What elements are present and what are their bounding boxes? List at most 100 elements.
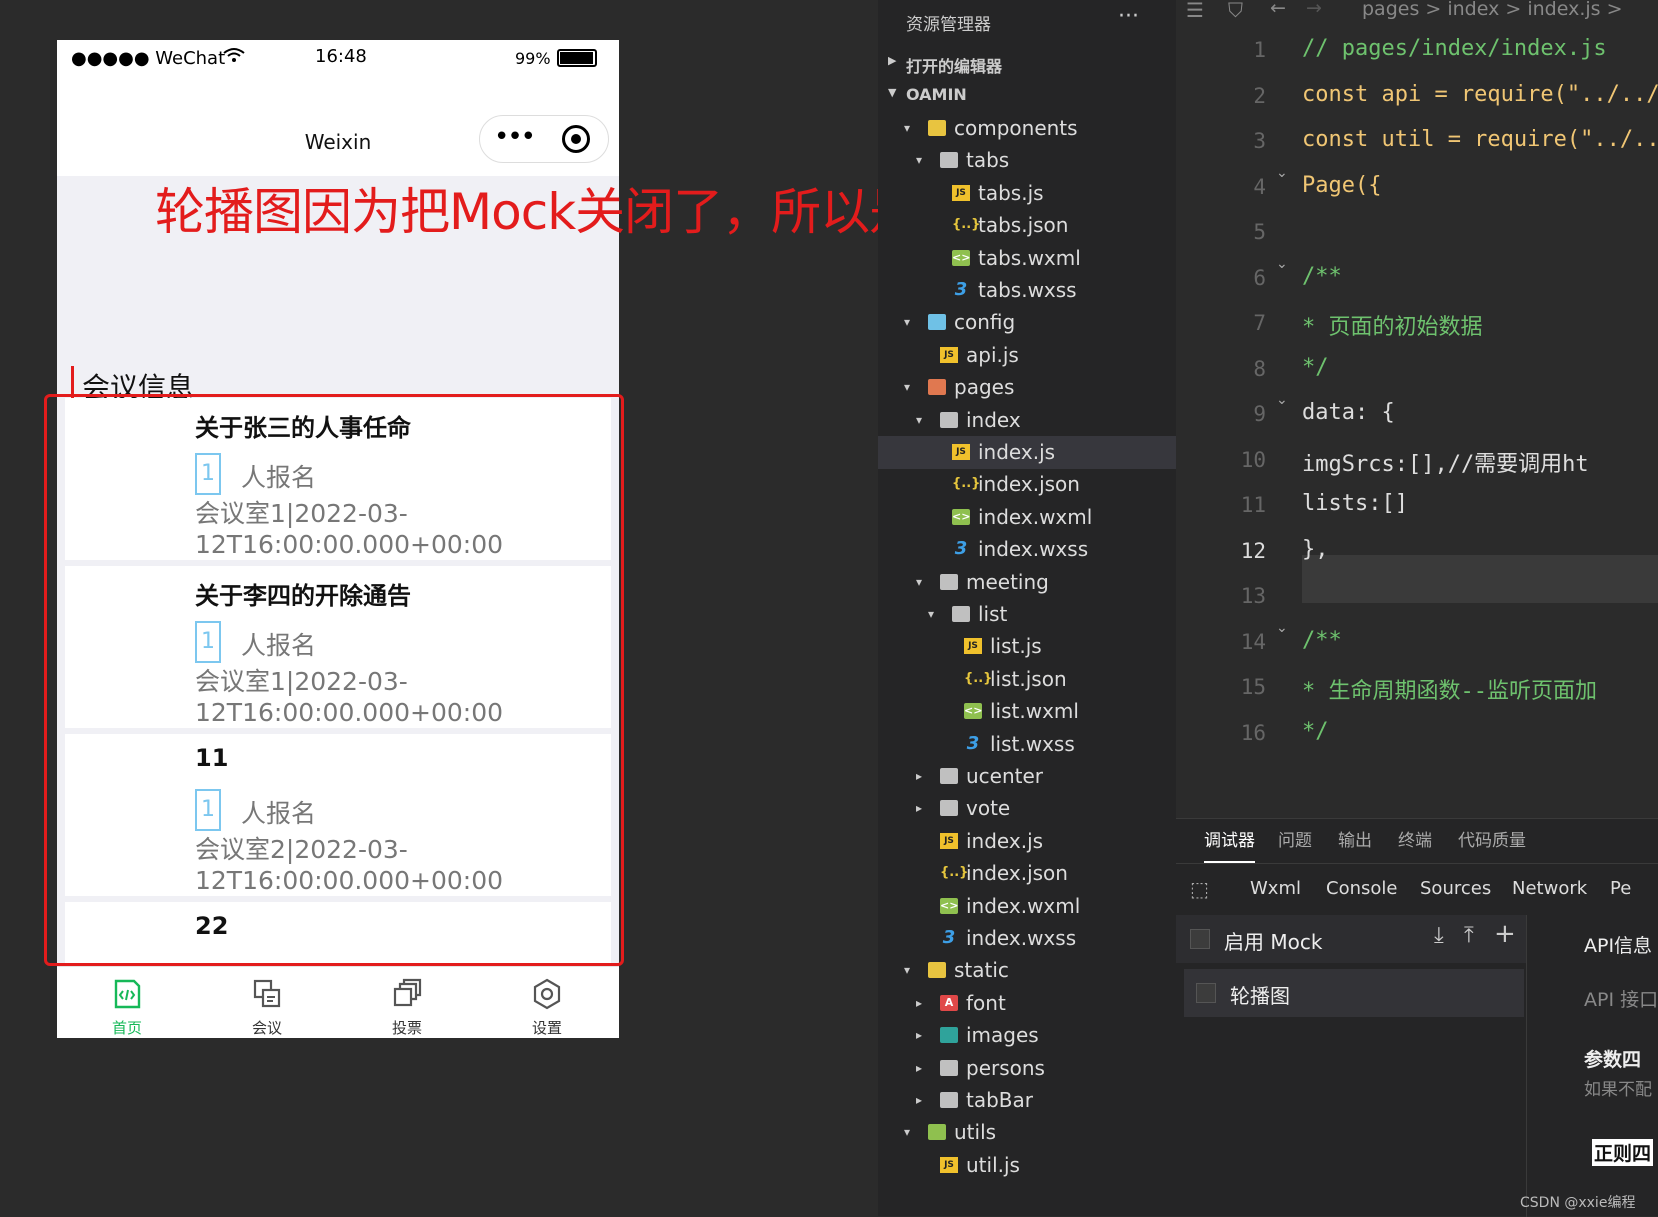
debug-tab[interactable]: 终端 bbox=[1398, 819, 1432, 863]
tree-file[interactable]: <> index.wxml bbox=[878, 501, 1176, 534]
tree-folder[interactable]: ▾ utils bbox=[878, 1116, 1176, 1149]
tree-file[interactable]: 3 list.wxss bbox=[878, 728, 1176, 761]
tree-folder[interactable]: ▸ vote bbox=[878, 792, 1176, 825]
code-line[interactable]: const util = require("../.. bbox=[1302, 127, 1658, 152]
tree-folder[interactable]: ▾ tabs bbox=[878, 144, 1176, 177]
tree-file[interactable]: 3 index.wxss bbox=[878, 922, 1176, 955]
code-line[interactable]: Page({ bbox=[1302, 173, 1381, 198]
chevron-right-icon[interactable]: ▸ bbox=[916, 1084, 922, 1117]
breadcrumb-path[interactable]: pages > index > index.js > bbox=[1362, 0, 1623, 20]
chevron-down-icon[interactable]: ▾ bbox=[904, 954, 910, 987]
code-line[interactable]: */ bbox=[1302, 355, 1329, 380]
tree-folder[interactable]: ▾ config bbox=[878, 306, 1176, 339]
tree-file[interactable]: <> list.wxml bbox=[878, 695, 1176, 728]
chevron-right-icon[interactable]: ▸ bbox=[916, 792, 922, 825]
code-line[interactable]: const api = require("../../ bbox=[1302, 82, 1658, 107]
open-editors-section[interactable]: ▶ 打开的编辑器 bbox=[878, 48, 1176, 80]
chevron-right-icon[interactable]: ▸ bbox=[916, 987, 922, 1020]
capsule-menu[interactable]: ••• bbox=[479, 115, 609, 163]
swiper-checkbox[interactable] bbox=[1196, 983, 1216, 1003]
devtools-tab[interactable]: Console bbox=[1326, 867, 1397, 911]
tree-folder[interactable]: ▾ meeting bbox=[878, 566, 1176, 599]
tab-meeting[interactable]: 会议 bbox=[197, 967, 337, 1038]
tree-folder[interactable]: ▸ ucenter bbox=[878, 760, 1176, 793]
tab-home[interactable]: 首页 bbox=[57, 967, 197, 1038]
chevron-down-icon[interactable]: ▾ bbox=[904, 1116, 910, 1149]
list-icon[interactable]: ☰ bbox=[1186, 0, 1204, 22]
chevron-down-icon[interactable]: ▾ bbox=[904, 306, 910, 339]
code-line[interactable]: * 生命周期函数--监听页面加 bbox=[1302, 673, 1597, 705]
chevron-down-icon[interactable]: ▾ bbox=[904, 371, 910, 404]
tree-folder[interactable]: ▾ index bbox=[878, 404, 1176, 437]
code-line[interactable]: /** bbox=[1302, 264, 1342, 289]
bookmark-icon[interactable]: ⛉ bbox=[1228, 0, 1243, 22]
back-arrow-icon[interactable]: ← bbox=[1270, 0, 1286, 19]
more-icon[interactable]: ••• bbox=[494, 122, 536, 152]
devtools-tab[interactable]: Pe bbox=[1610, 867, 1631, 911]
forward-arrow-icon[interactable]: → bbox=[1306, 0, 1322, 19]
code-line[interactable]: // pages/index/index.js bbox=[1302, 36, 1607, 61]
tree-file[interactable]: JS util.js bbox=[878, 1149, 1176, 1182]
tree-file[interactable]: {..} index.json bbox=[878, 857, 1176, 890]
tree-folder[interactable]: ▸ images bbox=[878, 1019, 1176, 1052]
tree-file[interactable]: {..} index.json bbox=[878, 468, 1176, 501]
tree-file[interactable]: 3 index.wxss bbox=[878, 533, 1176, 566]
tree-file[interactable]: JS api.js bbox=[878, 339, 1176, 372]
chevron-down-icon[interactable]: ▾ bbox=[928, 598, 934, 631]
regex-button[interactable]: 正则四 bbox=[1592, 1139, 1654, 1166]
code-line[interactable]: * 页面的初始数据 bbox=[1302, 309, 1483, 341]
code-line[interactable]: }, bbox=[1302, 537, 1329, 562]
code-line[interactable]: */ bbox=[1302, 719, 1329, 744]
chevron-right-icon[interactable]: ▸ bbox=[916, 1019, 922, 1052]
fold-icon[interactable]: ⌄ bbox=[1276, 620, 1288, 636]
fold-icon[interactable]: ⌄ bbox=[1276, 392, 1288, 408]
chevron-down-icon[interactable]: ▾ bbox=[916, 404, 922, 437]
fold-icon[interactable]: ⌄ bbox=[1276, 165, 1288, 181]
chevron-right-icon[interactable]: ▸ bbox=[916, 760, 922, 793]
mock-toggle-row[interactable]: 启用 Mock ⤓ ⤒ + bbox=[1176, 915, 1526, 963]
code-line[interactable]: imgSrcs:[],//需要调用ht bbox=[1302, 446, 1589, 478]
code-line[interactable]: /** bbox=[1302, 628, 1342, 653]
devtools-tab[interactable]: Wxml bbox=[1250, 867, 1301, 911]
debug-tab[interactable]: 代码质量 bbox=[1458, 819, 1526, 863]
tree-folder[interactable]: ▾ components bbox=[878, 112, 1176, 145]
tree-folder[interactable]: ▾ list bbox=[878, 598, 1176, 631]
tree-file[interactable]: JS index.js bbox=[878, 436, 1176, 469]
tree-folder[interactable]: ▸ persons bbox=[878, 1052, 1176, 1085]
chevron-down-icon[interactable]: ▾ bbox=[916, 566, 922, 599]
code-line[interactable]: data: { bbox=[1302, 400, 1395, 425]
devtools-tab[interactable]: Network bbox=[1512, 867, 1587, 911]
tab-settings[interactable]: 设置 bbox=[477, 967, 617, 1038]
tab-vote[interactable]: 投票 bbox=[337, 967, 477, 1038]
tree-folder[interactable]: ▸ Afont bbox=[878, 987, 1176, 1020]
inspect-icon[interactable]: ⬚ bbox=[1190, 877, 1209, 901]
mock-checkbox[interactable] bbox=[1190, 929, 1210, 949]
tree-file[interactable]: {..} list.json bbox=[878, 663, 1176, 696]
tree-file[interactable]: JS list.js bbox=[878, 630, 1176, 663]
tree-file[interactable]: JS tabs.js bbox=[878, 177, 1176, 210]
add-icon[interactable]: + bbox=[1494, 919, 1516, 949]
swiper-mock-row[interactable]: 轮播图 bbox=[1184, 969, 1524, 1017]
devtools-tab[interactable]: Sources bbox=[1420, 867, 1491, 911]
close-record-icon[interactable] bbox=[562, 125, 590, 153]
tree-file[interactable]: JS index.js bbox=[878, 825, 1176, 858]
tree-file[interactable]: <> index.wxml bbox=[878, 890, 1176, 923]
tree-folder[interactable]: ▾ static bbox=[878, 954, 1176, 987]
tree-folder[interactable]: ▸ tabBar bbox=[878, 1084, 1176, 1117]
chevron-down-icon[interactable]: ▾ bbox=[916, 144, 922, 177]
download-icon[interactable]: ⤓ bbox=[1434, 923, 1444, 948]
code-line[interactable]: lists:[] bbox=[1302, 491, 1408, 516]
tree-folder[interactable]: ▾ pages bbox=[878, 371, 1176, 404]
tree-file[interactable]: <> tabs.wxml bbox=[878, 242, 1176, 275]
debug-tab[interactable]: 调试器 bbox=[1204, 819, 1255, 863]
debug-tab[interactable]: 输出 bbox=[1338, 819, 1372, 863]
upload-icon[interactable]: ⤒ bbox=[1464, 923, 1474, 948]
project-section[interactable]: ▼ OAMIN bbox=[878, 80, 1176, 112]
tree-file[interactable]: 3 tabs.wxss bbox=[878, 274, 1176, 307]
chevron-down-icon[interactable]: ▾ bbox=[904, 112, 910, 145]
tree-file[interactable]: {..} tabs.json bbox=[878, 209, 1176, 242]
debug-tab[interactable]: 问题 bbox=[1278, 819, 1312, 863]
explorer-more-icon[interactable]: ··· bbox=[1118, 4, 1139, 29]
fold-icon[interactable]: ⌄ bbox=[1276, 256, 1288, 272]
chevron-right-icon[interactable]: ▸ bbox=[916, 1052, 922, 1085]
